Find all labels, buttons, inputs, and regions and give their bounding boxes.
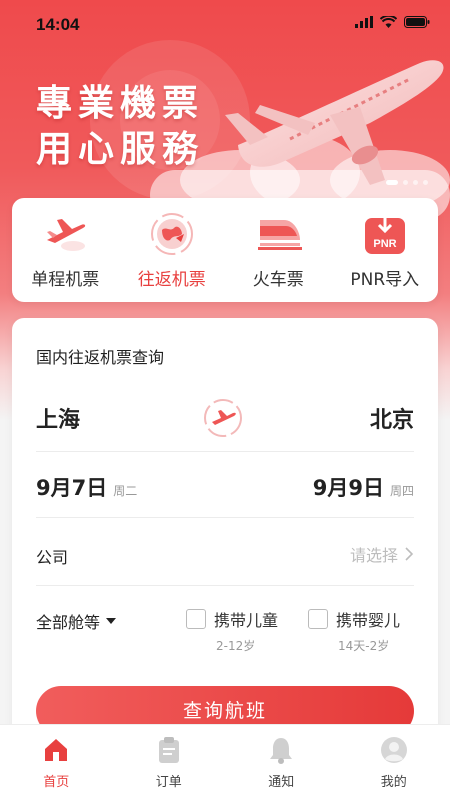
company-row[interactable]: 公司 请选择 [36,518,414,586]
infant-age-range: 14天-2岁 [338,639,390,653]
ticket-category-bar: 单程机票 往返机票 火车票 PNR PNR导入 [12,198,438,302]
child-label: 携带儿童 [214,611,279,630]
pagination-dot[interactable] [386,180,398,185]
company-label: 公司 [36,548,69,567]
category-label: 往返机票 [137,270,206,290]
signal-icon [355,16,373,28]
with-child-option[interactable]: 携带儿童 2-12岁 [186,607,278,654]
company-selector[interactable]: 请选择 [350,542,414,566]
train-icon [254,210,303,258]
departure-weekday: 周二 [113,484,138,498]
tab-notifications[interactable]: 通知 [225,725,338,800]
caret-down-icon [106,618,117,624]
arrival-city[interactable]: 北京 [370,402,414,434]
pagination-dot[interactable] [413,180,418,185]
cabin-class-dropdown[interactable]: 全部舱等 [36,609,117,633]
company-placeholder: 请选择 [349,546,398,565]
hero-slogan: 專業機票 用心服務 [36,80,204,172]
status-time: 14:04 [36,15,80,34]
round-trip-globe-icon [148,210,196,258]
battery-icon [404,16,430,28]
pagination-dot[interactable] [403,180,408,185]
tab-home[interactable]: 首页 [0,725,113,800]
departure-city[interactable]: 上海 [36,402,80,434]
category-round-trip[interactable]: 往返机票 [119,198,226,302]
pagination-dot[interactable] [423,180,428,185]
slogan-line-1: 專業機票 [36,82,205,124]
return-weekday: 周四 [389,484,414,498]
bell-icon [266,735,296,765]
date-row: 9月7日 周二 9月9日 周四 [36,452,414,518]
chevron-right-icon [405,547,414,561]
tab-orders[interactable]: 订单 [113,725,226,800]
category-label: 火车票 [252,270,304,290]
departure-date-picker[interactable]: 9月7日 周二 [36,472,137,502]
status-bar: 14:04 [0,0,450,46]
category-one-way[interactable]: 单程机票 [12,198,119,302]
tab-label: 订单 [155,775,182,790]
departure-date: 9月7日 [36,476,108,500]
swap-plane-icon [204,399,242,437]
child-age-range: 2-12岁 [216,639,256,653]
flight-query-card: 国内往返机票查询 上海 北京 9月7日 周二 9月9日 周四 公司 请选择 全部… [12,318,438,748]
profile-icon [379,735,409,765]
return-date-picker[interactable]: 9月9日 周四 [313,472,414,502]
home-icon [41,735,71,765]
child-checkbox[interactable] [186,609,206,629]
category-label: 单程机票 [31,270,100,290]
category-train[interactable]: 火车票 [225,198,332,302]
infant-label: 携带婴儿 [336,611,401,630]
return-date: 9月9日 [312,476,384,500]
tab-label: 通知 [268,775,295,790]
slogan-line-2: 用心服務 [36,128,205,170]
query-title: 国内往返机票查询 [36,348,165,367]
tab-label: 首页 [43,775,70,790]
order-clipboard-icon [154,735,184,765]
tab-label: 我的 [380,775,407,790]
one-way-flight-icon [41,210,89,258]
city-row: 上海 北京 [36,384,414,452]
wifi-icon [380,16,397,28]
tab-profile[interactable]: 我的 [338,725,450,800]
cabin-class-label: 全部舱等 [36,613,101,632]
passenger-options-row: 全部舱等 携带儿童 2-12岁 携带婴儿 14天-2岁 [36,601,414,661]
banner-pagination[interactable] [386,180,428,185]
pnr-import-icon: PNR [361,210,409,258]
category-label: PNR导入 [350,270,420,290]
infant-checkbox[interactable] [308,609,328,629]
pnr-badge-text: PNR [373,238,396,250]
airplane-illustration [225,60,444,185]
with-infant-option[interactable]: 携带婴儿 14天-2岁 [308,607,400,654]
bottom-tab-bar: 首页 订单 通知 我的 [0,724,450,800]
category-pnr-import[interactable]: PNR PNR导入 [332,198,439,302]
swap-cities-button[interactable] [203,398,243,438]
